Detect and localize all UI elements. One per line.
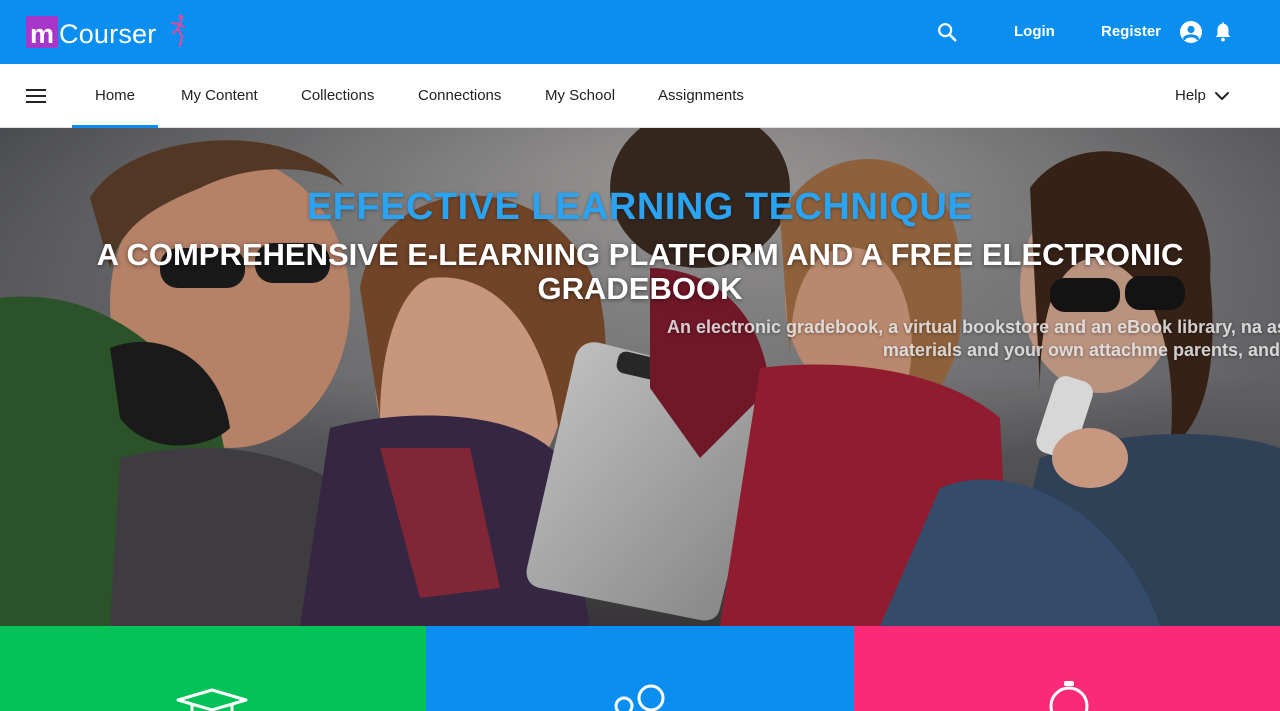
tab-home[interactable]: Home	[72, 64, 158, 128]
hero-description: An electronic gradebook, a virtual books…	[667, 317, 1280, 360]
login-link[interactable]: Login	[1014, 22, 1055, 42]
logo-figure-icon	[171, 14, 185, 47]
hero-eyebrow: EFFECTIVE LEARNING TECHNIQUE	[306, 186, 974, 228]
logo-letter: m	[30, 19, 55, 49]
main-navigation: Home My Content Collections Connections …	[0, 64, 1280, 128]
tab-collections[interactable]: Collections	[301, 64, 374, 128]
graduation-cap-icon	[176, 688, 248, 711]
tab-assignments[interactable]: Assignments	[658, 64, 744, 128]
help-dropdown[interactable]: Help	[1175, 64, 1231, 128]
register-link[interactable]: Register	[1101, 22, 1161, 42]
search-icon[interactable]	[933, 18, 961, 46]
tab-my-school[interactable]: My School	[545, 64, 615, 128]
help-label: Help	[1175, 87, 1206, 104]
connections-circles-icon	[614, 684, 665, 711]
feature-tiles	[0, 626, 1280, 711]
hero-banner: EFFECTIVE LEARNING TECHNIQUE A COMPREHEN…	[0, 128, 1280, 626]
tab-home-label: Home	[94, 87, 135, 104]
chevron-down-icon	[1215, 92, 1229, 100]
feature-tile-connections[interactable]	[426, 626, 854, 711]
logo-wordmark: Courser	[59, 19, 157, 49]
hamburger-menu-icon[interactable]	[22, 82, 50, 110]
stopwatch-icon	[1049, 681, 1089, 711]
account-circle-icon[interactable]	[1177, 18, 1205, 46]
mcourser-logo[interactable]: m Courser	[24, 14, 188, 50]
hero-description-clip: An electronic gradebook, a virtual books…	[600, 316, 1280, 396]
feature-tile-timing[interactable]	[854, 626, 1280, 711]
tab-connections[interactable]: Connections	[418, 64, 501, 128]
feature-tile-learning[interactable]	[0, 626, 426, 711]
bell-icon[interactable]	[1209, 18, 1237, 46]
hero-title: A COMPREHENSIVE E-LEARNING PLATFORM AND …	[96, 237, 1184, 306]
top-app-bar: m Courser Login Register	[0, 0, 1280, 64]
tab-my-content[interactable]: My Content	[181, 64, 258, 128]
